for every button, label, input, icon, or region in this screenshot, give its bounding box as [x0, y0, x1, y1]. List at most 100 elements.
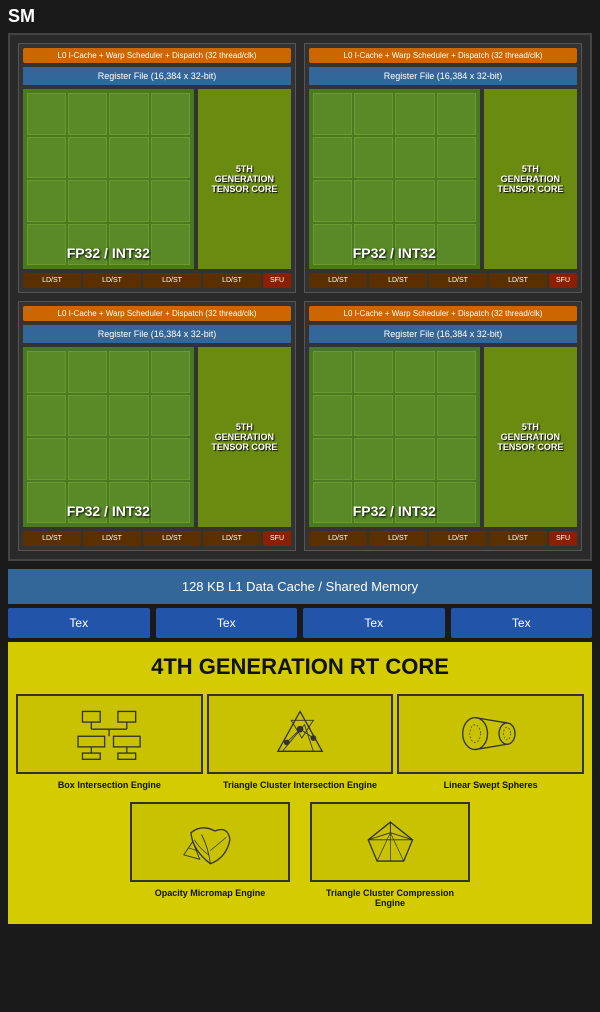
fp32-cell [27, 180, 66, 222]
fp32-cell [395, 351, 434, 393]
fp32-cell [354, 395, 393, 437]
rt-icons-row1: Box Intersection Engine Triangle Cluster… [16, 694, 584, 790]
rt-icon-triangle-compression-image [310, 802, 470, 882]
fp32-cell [313, 395, 352, 437]
sfu-3: SFU [263, 531, 291, 546]
ldst-2-1: LD/ST [309, 273, 367, 288]
rt-icon-triangle-compression-label: Triangle Cluster Compression Engine [310, 888, 470, 908]
ldst-4-4: LD/ST [489, 531, 547, 546]
fp32-cell [109, 395, 148, 437]
bottom-units-4: LD/ST LD/ST LD/ST LD/ST SFU [309, 531, 577, 546]
register-file-bar-4: Register File (16,384 x 32-bit) [309, 325, 577, 343]
fp32-cell [27, 395, 66, 437]
ldst-2-4: LD/ST [489, 273, 547, 288]
fp32-cell [109, 180, 148, 222]
fp32-label-1: FP32 / INT32 [23, 245, 194, 261]
tensor-block-4: 5THGENERATIONTENSOR CORE [484, 347, 577, 527]
compute-area-2: FP32 / INT32 5THGENERATIONTENSOR CORE [309, 89, 577, 269]
fp32-cell [354, 351, 393, 393]
quadrant-4: L0 I-Cache + Warp Scheduler + Dispatch (… [304, 301, 582, 551]
rt-icon-triangle-compression: Triangle Cluster Compression Engine [310, 802, 470, 908]
register-file-bar-2: Register File (16,384 x 32-bit) [309, 67, 577, 85]
fp32-block-1: FP32 / INT32 [23, 89, 194, 269]
fp32-cell [437, 137, 476, 179]
fp32-cell [109, 93, 148, 135]
fp32-cell [354, 93, 393, 135]
l0-cache-bar-1: L0 I-Cache + Warp Scheduler + Dispatch (… [23, 48, 291, 63]
outer-container: L0 I-Cache + Warp Scheduler + Dispatch (… [8, 33, 592, 561]
rt-icon-box-intersection-image [16, 694, 203, 774]
rt-icon-linear-spheres-image [397, 694, 584, 774]
fp32-block-4: FP32 / INT32 [309, 347, 480, 527]
ldst-3-1: LD/ST [23, 531, 81, 546]
bottom-units-2: LD/ST LD/ST LD/ST LD/ST SFU [309, 273, 577, 288]
ldst-1-4: LD/ST [203, 273, 261, 288]
ldst-3-3: LD/ST [143, 531, 201, 546]
tensor-block-1: 5THGENERATIONTENSOR CORE [198, 89, 291, 269]
fp32-cell [313, 180, 352, 222]
rt-icon-box-intersection-label: Box Intersection Engine [58, 780, 161, 790]
fp32-cell [68, 180, 107, 222]
fp32-cell [68, 351, 107, 393]
compute-area-3: FP32 / INT32 5THGENERATIONTENSOR CORE [23, 347, 291, 527]
rt-icon-opacity-micromap: Opacity Micromap Engine [130, 802, 290, 898]
fp32-label-2: FP32 / INT32 [309, 245, 480, 261]
bottom-units-1: LD/ST LD/ST LD/ST LD/ST SFU [23, 273, 291, 288]
tex-row: Tex Tex Tex Tex [8, 608, 592, 638]
fp32-label-3: FP32 / INT32 [23, 503, 194, 519]
sfu-2: SFU [549, 273, 577, 288]
ldst-4-3: LD/ST [429, 531, 487, 546]
ldst-3-2: LD/ST [83, 531, 141, 546]
fp32-cell [437, 93, 476, 135]
rt-core-section: 4TH GENERATION RT CORE [8, 642, 592, 924]
fp32-cell [354, 438, 393, 480]
ldst-1-2: LD/ST [83, 273, 141, 288]
fp32-cell [27, 351, 66, 393]
fp32-block-3: FP32 / INT32 [23, 347, 194, 527]
fp32-cell [151, 180, 190, 222]
fp32-cell [437, 180, 476, 222]
register-file-bar-1: Register File (16,384 x 32-bit) [23, 67, 291, 85]
fp32-cell [151, 93, 190, 135]
tensor-block-3: 5THGENERATIONTENSOR CORE [198, 347, 291, 527]
fp32-cell [109, 438, 148, 480]
tex-unit-3: Tex [303, 608, 445, 638]
fp32-cell [437, 395, 476, 437]
tensor-block-2: 5THGENERATIONTENSOR CORE [484, 89, 577, 269]
fp32-cell [354, 137, 393, 179]
quadrant-3: L0 I-Cache + Warp Scheduler + Dispatch (… [18, 301, 296, 551]
fp32-cell [151, 351, 190, 393]
compute-area-4: FP32 / INT32 5THGENERATIONTENSOR CORE [309, 347, 577, 527]
register-file-bar-3: Register File (16,384 x 32-bit) [23, 325, 291, 343]
fp32-cell [151, 137, 190, 179]
fp32-block-2: FP32 / INT32 [309, 89, 480, 269]
fp32-cell [437, 438, 476, 480]
l1-cache-bar: 128 KB L1 Data Cache / Shared Memory [8, 569, 592, 604]
fp32-cell [27, 93, 66, 135]
fp32-cell [151, 395, 190, 437]
l0-cache-bar-2: L0 I-Cache + Warp Scheduler + Dispatch (… [309, 48, 577, 63]
fp32-cell [313, 93, 352, 135]
fp32-cell [27, 137, 66, 179]
fp32-cell [395, 137, 434, 179]
fp32-cell [395, 93, 434, 135]
ldst-2-3: LD/ST [429, 273, 487, 288]
rt-icon-opacity-micromap-label: Opacity Micromap Engine [155, 888, 266, 898]
quadrant-2: L0 I-Cache + Warp Scheduler + Dispatch (… [304, 43, 582, 293]
tex-unit-2: Tex [156, 608, 298, 638]
rt-icon-triangle-cluster-label: Triangle Cluster Intersection Engine [223, 780, 377, 790]
compute-area-1: FP32 / INT32 5THGENERATIONTENSOR CORE [23, 89, 291, 269]
quadrant-grid: L0 I-Cache + Warp Scheduler + Dispatch (… [18, 43, 582, 551]
fp32-cell [151, 438, 190, 480]
fp32-cell [313, 137, 352, 179]
rt-icon-linear-spheres-label: Linear Swept Spheres [444, 780, 538, 790]
rt-icons-row2: Opacity Micromap Engine Triangle Cluster… [16, 802, 584, 908]
rt-icon-linear-spheres: Linear Swept Spheres [397, 694, 584, 790]
rt-icon-box-intersection: Box Intersection Engine [16, 694, 203, 790]
ldst-4-2: LD/ST [369, 531, 427, 546]
fp32-cell [27, 438, 66, 480]
fp32-cell [313, 351, 352, 393]
bottom-units-3: LD/ST LD/ST LD/ST LD/ST SFU [23, 531, 291, 546]
sfu-4: SFU [549, 531, 577, 546]
ldst-2-2: LD/ST [369, 273, 427, 288]
